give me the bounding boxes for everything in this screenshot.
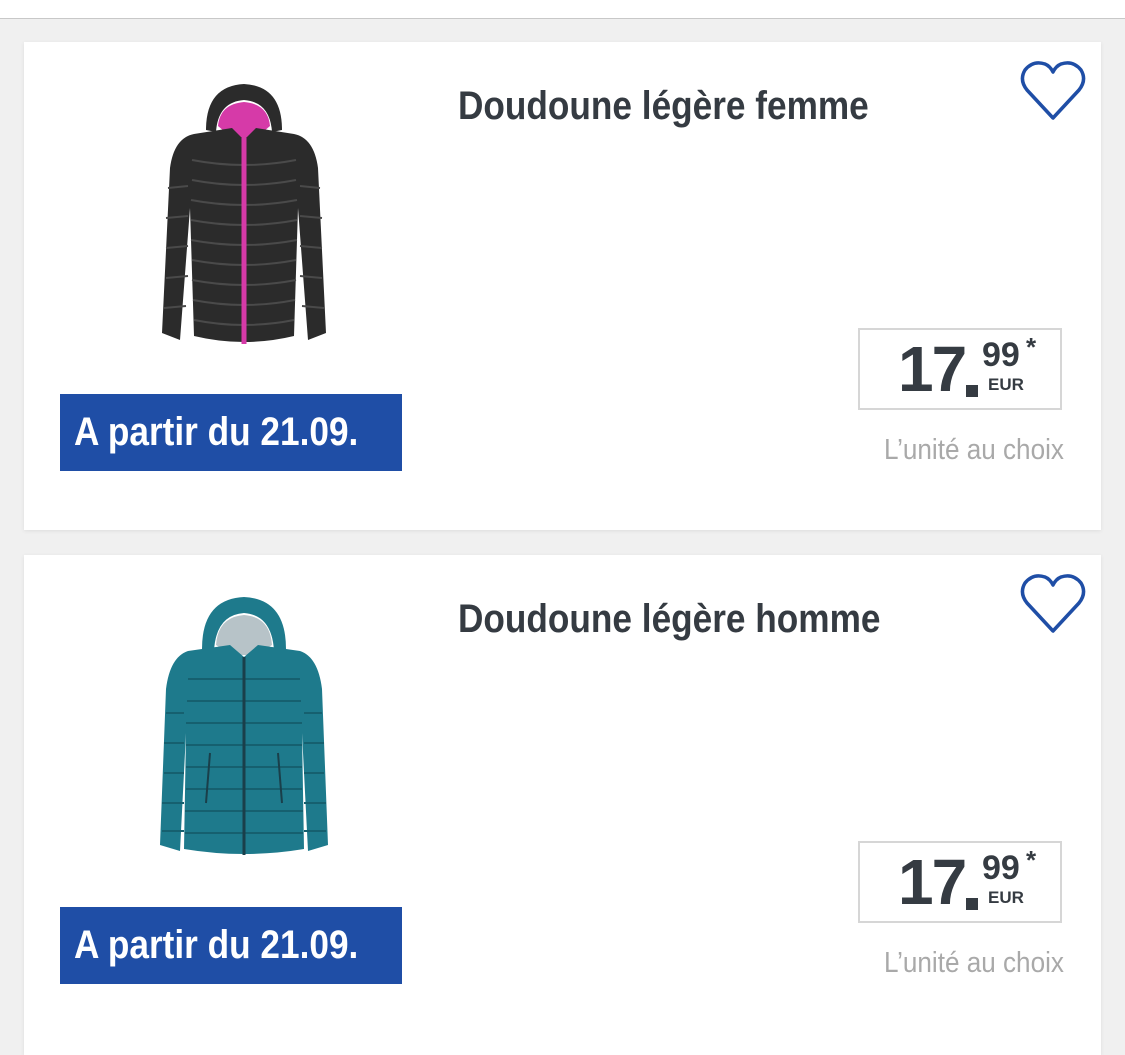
price-separator — [966, 385, 978, 397]
price-integer: 17 — [898, 846, 967, 918]
availability-badge: A partir du 21.09. — [60, 394, 402, 471]
price-currency: EUR — [988, 888, 1024, 907]
unit-note: L’unité au choix — [884, 947, 1064, 979]
price-box: 17 99 * EUR — [858, 328, 1062, 410]
availability-badge: A partir du 21.09. — [60, 907, 402, 984]
heart-icon[interactable] — [1017, 569, 1089, 641]
price-asterisk: * — [1026, 332, 1037, 362]
heart-icon[interactable] — [1017, 56, 1089, 128]
product-title[interactable]: Doudoune légère femme — [458, 84, 869, 129]
price-asterisk: * — [1026, 845, 1037, 875]
price-box: 17 99 * EUR — [858, 841, 1062, 923]
availability-text: A partir du 21.09. — [74, 410, 359, 454]
top-bar — [0, 0, 1125, 18]
teal-hooded-jacket-icon — [160, 597, 328, 855]
price-decimal: 99 — [982, 849, 1020, 887]
product-card[interactable]: Doudoune légère homme 17 99 * EUR L’unit… — [24, 555, 1101, 1055]
price-separator — [966, 898, 978, 910]
availability-text: A partir du 21.09. — [74, 923, 359, 967]
product-card[interactable]: Doudoune légère femme 17 99 * EUR L’unit… — [24, 42, 1101, 530]
black-jacket-with-pink-zipper-icon — [162, 84, 326, 344]
price-decimal: 99 — [982, 336, 1020, 374]
price-integer: 17 — [898, 333, 967, 405]
price-currency: EUR — [988, 375, 1024, 394]
unit-note: L’unité au choix — [884, 434, 1064, 466]
product-title[interactable]: Doudoune légère homme — [458, 597, 880, 642]
top-divider — [0, 18, 1125, 19]
